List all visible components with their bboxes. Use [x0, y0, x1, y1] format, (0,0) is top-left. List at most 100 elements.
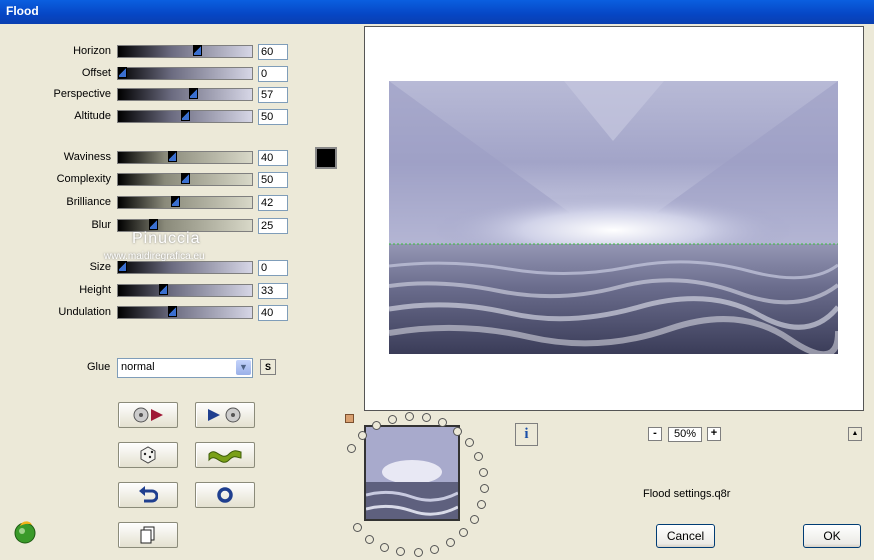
slider-label: Altitude [74, 110, 111, 122]
glue-value: normal [121, 361, 155, 373]
settings-filename: Flood settings.q8r [643, 488, 731, 500]
copy-button[interactable] [118, 522, 178, 548]
reset-button[interactable] [195, 482, 255, 508]
navigator-dot[interactable] [465, 438, 474, 447]
slider-thumb[interactable] [149, 219, 158, 230]
reset-icon [217, 487, 233, 503]
slider-label: Complexity [56, 173, 111, 185]
zoom-out-button[interactable]: - [648, 427, 662, 441]
preview-thumbnail[interactable] [364, 425, 460, 521]
slider-track-height[interactable] [117, 284, 253, 297]
slider-label: Undulation [58, 306, 111, 318]
navigator-dot[interactable] [474, 452, 483, 461]
info-button[interactable]: i [515, 423, 538, 446]
ok-button[interactable]: OK [803, 524, 861, 548]
zoom-level: 50% [668, 427, 702, 442]
navigator-dot[interactable] [480, 484, 489, 493]
navigator-dot[interactable] [446, 538, 455, 547]
randomize-button[interactable] [118, 442, 178, 468]
title-bar: Flood [0, 0, 874, 24]
navigator-dot[interactable] [459, 528, 468, 537]
slider-value-horizon[interactable]: 60 [258, 44, 288, 60]
slider-row-offset: Offset [0, 66, 111, 82]
slider-row-perspective: Perspective [0, 87, 111, 103]
slider-thumb[interactable] [118, 67, 127, 78]
navigator-dot[interactable] [372, 421, 381, 430]
slider-track-complexity[interactable] [117, 173, 253, 186]
navigator-dot[interactable] [388, 415, 397, 424]
slider-row-altitude: Altitude [0, 109, 111, 125]
slider-value-complexity[interactable]: 50 [258, 172, 288, 188]
app-logo-icon [12, 518, 38, 544]
navigator-dot[interactable] [453, 427, 462, 436]
navigator-dot[interactable] [396, 547, 405, 556]
glue-label: Glue [87, 361, 111, 373]
slider-row-blur: Blur [0, 218, 111, 234]
glue-s-button[interactable]: S [260, 359, 276, 375]
navigator-dot[interactable] [347, 444, 356, 453]
undo-icon [139, 486, 159, 503]
slider-value-brilliance[interactable]: 42 [258, 195, 288, 211]
slider-thumb[interactable] [168, 151, 177, 162]
slider-value-blur[interactable]: 25 [258, 218, 288, 234]
slider-value-size[interactable]: 0 [258, 260, 288, 276]
navigator-dot[interactable] [405, 412, 414, 421]
slider-thumb[interactable] [189, 88, 198, 99]
slider-value-waviness[interactable]: 40 [258, 150, 288, 166]
slider-value-perspective[interactable]: 57 [258, 87, 288, 103]
navigator-dot[interactable] [470, 515, 479, 524]
preview-image [389, 81, 838, 354]
slider-track-horizon[interactable] [117, 45, 253, 58]
cancel-button[interactable]: Cancel [656, 524, 715, 548]
slider-label: Offset [81, 67, 111, 79]
slider-track-altitude[interactable] [117, 110, 253, 123]
slider-thumb[interactable] [193, 45, 202, 56]
glue-select[interactable]: normal ▼ [117, 358, 253, 378]
slider-row-waviness: Waviness [0, 150, 111, 166]
slider-thumb[interactable] [168, 306, 177, 317]
navigator-dot[interactable] [414, 548, 423, 557]
wave-icon [208, 450, 242, 463]
save-preset-button[interactable] [195, 402, 255, 428]
navigator-dot[interactable] [479, 468, 488, 477]
slider-thumb[interactable] [118, 261, 127, 272]
wave-button[interactable] [195, 442, 255, 468]
navigator-dot[interactable] [430, 545, 439, 554]
slider-track-undulation[interactable] [117, 306, 253, 319]
preview-pane[interactable] [364, 26, 864, 411]
load-preset-button[interactable] [118, 402, 178, 428]
slider-thumb[interactable] [181, 173, 190, 184]
slider-track-perspective[interactable] [117, 88, 253, 101]
slider-track-brilliance[interactable] [117, 196, 253, 209]
slider-row-height: Height [0, 283, 111, 299]
slider-value-height[interactable]: 33 [258, 283, 288, 299]
slider-thumb[interactable] [171, 196, 180, 207]
navigator-dot[interactable] [477, 500, 486, 509]
load-preset-icon [133, 407, 163, 423]
watermark-site: www.maidiregrafica.eu [104, 251, 205, 262]
slider-value-offset[interactable]: 0 [258, 66, 288, 82]
slider-track-size[interactable] [117, 261, 253, 274]
navigator-dot[interactable] [438, 418, 447, 427]
slider-track-waviness[interactable] [117, 151, 253, 164]
chevron-down-icon[interactable]: ▼ [236, 360, 251, 375]
slider-value-undulation[interactable]: 40 [258, 305, 288, 321]
slider-label: Waviness [63, 151, 111, 163]
navigator-dot[interactable] [422, 413, 431, 422]
navigator-start-marker[interactable] [345, 414, 354, 423]
slider-value-altitude[interactable]: 50 [258, 109, 288, 125]
slider-track-offset[interactable] [117, 67, 253, 80]
undo-button[interactable] [118, 482, 178, 508]
slider-row-horizon: Horizon [0, 44, 111, 60]
navigator-dot[interactable] [380, 543, 389, 552]
slider-thumb[interactable] [159, 284, 168, 295]
navigator-dot[interactable] [365, 535, 374, 544]
color-swatch[interactable] [315, 147, 337, 169]
navigator-dot[interactable] [353, 523, 362, 532]
save-preset-icon [208, 407, 241, 423]
slider-label: Horizon [73, 45, 111, 57]
navigator-dot[interactable] [358, 431, 367, 440]
zoom-in-button[interactable]: + [707, 427, 721, 441]
slider-thumb[interactable] [181, 110, 190, 121]
collapse-button[interactable]: ▲ [848, 427, 862, 441]
